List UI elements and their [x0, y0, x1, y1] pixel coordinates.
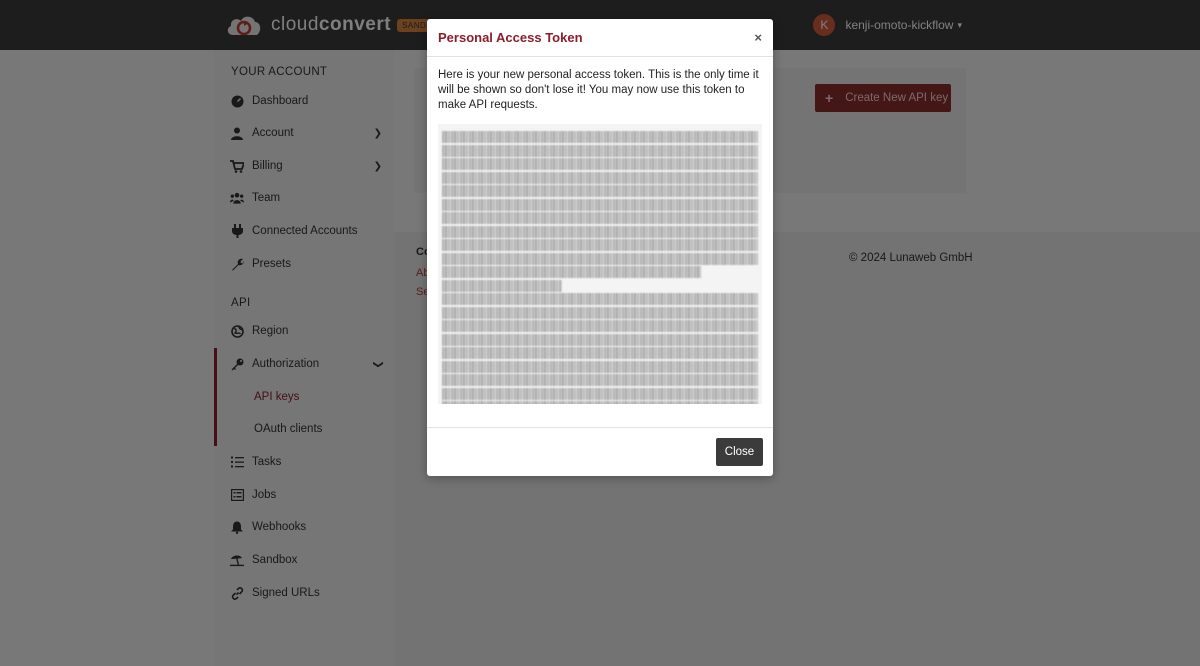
redacted-line — [442, 198, 758, 211]
redacted-line — [442, 239, 758, 252]
redacted-line — [442, 360, 758, 373]
modal-header: Personal Access Token × — [427, 19, 773, 57]
redacted-line — [442, 347, 758, 360]
modal-title: Personal Access Token — [438, 30, 583, 45]
redacted-line — [442, 306, 758, 319]
modal-footer: Close — [427, 427, 773, 476]
personal-access-token-modal: Personal Access Token × Here is your new… — [427, 19, 773, 476]
modal-message: Here is your new personal access token. … — [438, 69, 759, 111]
redacted-line — [442, 374, 758, 387]
redacted-line — [442, 333, 758, 346]
redacted-line — [442, 171, 758, 184]
redacted-line — [442, 266, 702, 279]
close-button[interactable]: Close — [716, 438, 763, 466]
redacted-line — [442, 212, 758, 225]
redacted-line — [442, 401, 758, 404]
redacted-line — [442, 185, 758, 198]
redacted-line — [442, 279, 563, 292]
redacted-line — [442, 225, 758, 238]
redacted-line — [442, 131, 758, 144]
modal-body: Here is your new personal access token. … — [427, 57, 773, 404]
redacted-line — [442, 252, 758, 265]
redacted-line — [442, 387, 758, 400]
redacted-line — [442, 144, 758, 157]
redacted-line — [442, 158, 758, 171]
token-box-redacted[interactable] — [438, 124, 762, 404]
close-icon[interactable]: × — [754, 30, 762, 45]
redacted-line — [442, 320, 758, 333]
redacted-line — [442, 293, 758, 306]
